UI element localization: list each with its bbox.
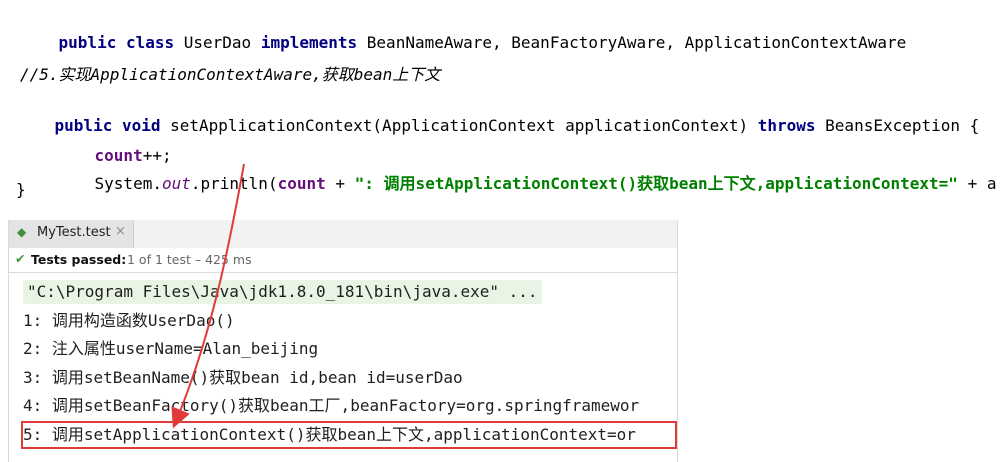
status-label: Tests passed:	[31, 252, 127, 267]
close-icon[interactable]: ×	[115, 224, 126, 239]
println-tail: + a	[957, 174, 997, 193]
console-command-line: "C:\Program Files\Java\jdk1.8.0_181\bin\…	[23, 280, 542, 304]
method-comment: //5.实现ApplicationContextAware,获取bean上下文	[20, 65, 441, 84]
tab-label: MyTest.test	[37, 225, 111, 240]
println-call: .println(	[190, 174, 278, 193]
status-detail: 1 of 1 test – 425 ms	[127, 252, 252, 267]
run-test-icon: ◆	[17, 225, 27, 239]
tab-mytest[interactable]: ◆ MyTest.test ×	[9, 220, 134, 248]
code-editor[interactable]: public class UserDao implements BeanName…	[0, 0, 1000, 210]
throws-keyword: throws	[757, 116, 816, 135]
closing-brace: }	[16, 180, 26, 199]
interfaces: BeanNameAware, BeanFactoryAware, Applica…	[357, 33, 907, 52]
system-class: System.	[94, 174, 162, 193]
console-line: 2: 注入属性userName=Alan_beijing	[23, 339, 319, 358]
throws-clause: BeansException {	[815, 116, 980, 135]
out-field: out	[161, 174, 191, 193]
console-line: 1: 调用构造函数UserDao()	[23, 311, 235, 330]
highlighted-console-line: 5: 调用setApplicationContext()获取bean上下文,ap…	[21, 421, 677, 449]
test-status-bar: ✔ Tests passed: 1 of 1 test – 425 ms	[9, 248, 677, 273]
console-line: 3: 调用setBeanName()获取bean id,bean id=user…	[23, 368, 463, 387]
println-line: System.out.println(count + ": 调用setAppli…	[56, 151, 997, 217]
plus-op: +	[325, 174, 355, 193]
method-signature: setApplicationContext(ApplicationContext…	[160, 116, 758, 135]
class-keyword: public class	[58, 33, 175, 52]
check-icon: ✔	[15, 251, 26, 266]
implements-keyword: implements	[260, 33, 358, 52]
run-tab-bar: ◆ MyTest.test ×	[9, 220, 677, 249]
string-literal: ": 调用setApplicationContext()获取bean上下文,ap…	[354, 174, 958, 193]
count-arg: count	[277, 174, 326, 193]
class-name: UserDao	[174, 33, 261, 52]
console-line: 4: 调用setBeanFactory()获取bean工厂,beanFactor…	[23, 396, 640, 415]
run-tool-window: ◆ MyTest.test × ✔ Tests passed: 1 of 1 t…	[8, 220, 678, 462]
